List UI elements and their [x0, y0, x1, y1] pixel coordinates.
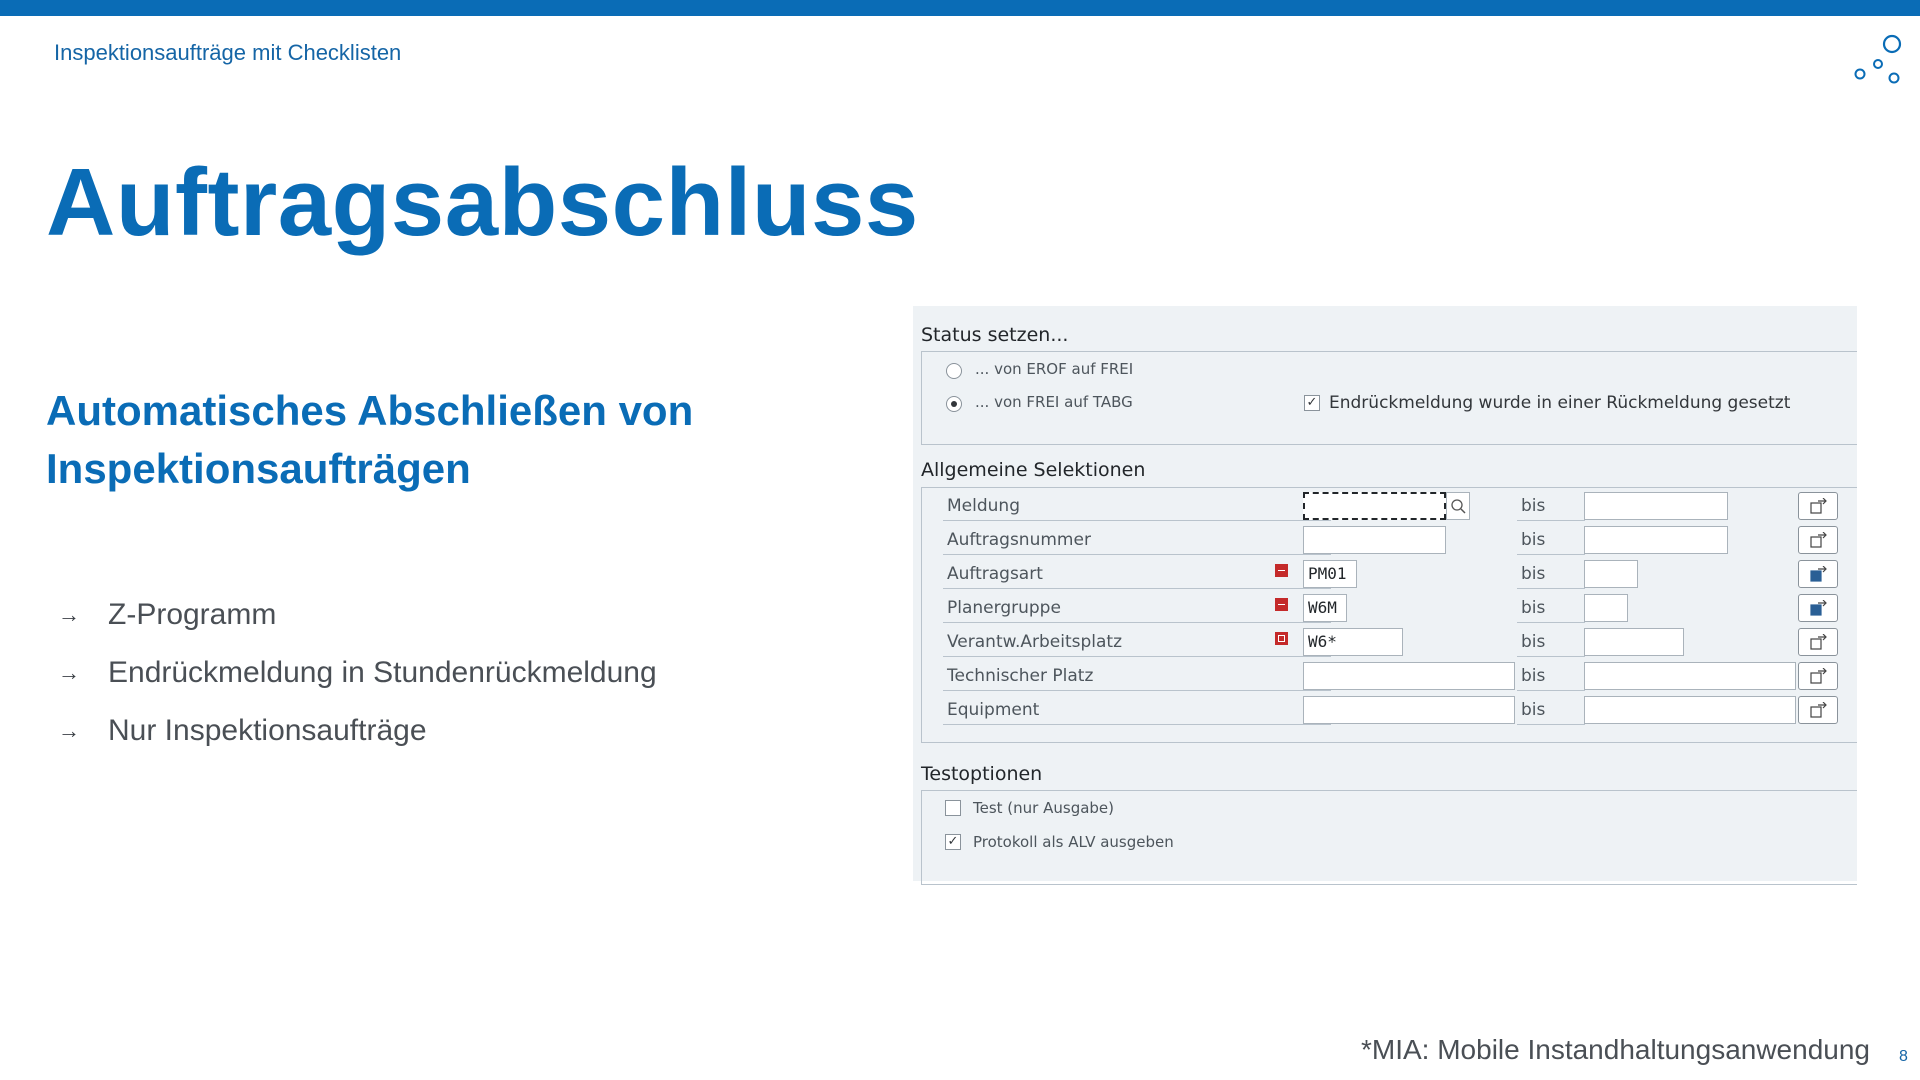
arrow-right-icon: →: [58, 718, 80, 743]
field-label-meldung: Meldung: [947, 496, 1020, 516]
list-item: → Nur Inspektionsaufträge: [58, 702, 657, 760]
list-item-text: Nur Inspektionsaufträge: [108, 714, 427, 747]
multiple-selection-button-active[interactable]: [1798, 560, 1838, 588]
meldung-from-input[interactable]: [1303, 492, 1446, 520]
bullet-list: → Z-Programm → Endrückmeldung in Stundenrü…: [58, 586, 657, 760]
row-underline: [943, 656, 1331, 657]
auftragsart-to-input[interactable]: [1584, 560, 1638, 588]
footnote: *MIA: Mobile Instandhaltungsanwendung: [1360, 1034, 1870, 1065]
list-item: → Endrückmeldung in Stundenrückmeldung: [58, 644, 657, 702]
planergruppe-to-input[interactable]: [1584, 594, 1628, 622]
row-underline: [1517, 622, 1585, 623]
row-underline: [943, 588, 1331, 589]
multiple-selection-button[interactable]: [1798, 662, 1838, 690]
row-underline: [1517, 690, 1585, 691]
technischer-platz-from-input[interactable]: [1303, 662, 1515, 690]
multiple-selection-icon: [1810, 634, 1827, 650]
bis-label: bis: [1521, 496, 1546, 516]
bis-label: bis: [1521, 564, 1546, 584]
row-underline: [943, 724, 1331, 725]
row-underline: [1517, 520, 1585, 521]
bis-label: bis: [1521, 530, 1546, 550]
page-number: 8: [1899, 1048, 1908, 1065]
multiple-selection-button[interactable]: [1798, 492, 1838, 520]
radio-erof-frei[interactable]: [946, 363, 962, 379]
row-underline: [1517, 656, 1585, 657]
technischer-platz-to-input[interactable]: [1584, 662, 1796, 690]
row-underline: [943, 690, 1331, 691]
field-label-auftragsart: Auftragsart: [947, 564, 1043, 584]
multiple-selection-button[interactable]: [1798, 526, 1838, 554]
top-accent-bar: [0, 0, 1920, 16]
multiple-selection-button-active[interactable]: [1798, 594, 1838, 622]
list-item-text: Endrückmeldung in Stundenrückmeldung: [108, 656, 657, 689]
field-label-technischer-platz: Technischer Platz: [947, 666, 1094, 686]
field-label-planergruppe: Planergruppe: [947, 598, 1061, 618]
row-underline: [1517, 588, 1585, 589]
pattern-status-icon: [1275, 632, 1288, 645]
test-only-checkbox[interactable]: [945, 800, 961, 816]
multiple-selection-button[interactable]: [1798, 696, 1838, 724]
radio-frei-tabg[interactable]: [946, 396, 962, 412]
auftragsnummer-to-input[interactable]: [1584, 526, 1728, 554]
equipment-to-input[interactable]: [1584, 696, 1796, 724]
bis-label: bis: [1521, 700, 1546, 720]
multiple-selection-active-icon: [1810, 600, 1827, 616]
auftragsart-from-input[interactable]: PM01: [1303, 560, 1357, 588]
alv-protocol-label: Protokoll als ALV ausgeben: [973, 833, 1174, 851]
multiple-selection-icon: [1810, 668, 1827, 684]
row-underline: [1517, 554, 1585, 555]
multiple-selection-button[interactable]: [1798, 628, 1838, 656]
planergruppe-from-input[interactable]: W6M: [1303, 594, 1347, 622]
required-status-icon: [1275, 598, 1288, 611]
breadcrumb: Inspektionsaufträge mit Checklisten: [54, 40, 402, 65]
bis-label: bis: [1521, 598, 1546, 618]
bis-label: bis: [1521, 632, 1546, 652]
alv-protocol-checkbox[interactable]: ✓: [945, 834, 961, 850]
multiple-selection-active-icon: [1810, 566, 1827, 582]
radio-erof-frei-label: ... von EROF auf FREI: [975, 360, 1134, 378]
row-underline: [943, 622, 1331, 623]
bubbles-logo-icon: [1854, 34, 1902, 84]
required-status-icon: [1275, 564, 1288, 577]
multiple-selection-icon: [1810, 498, 1827, 514]
test-only-label: Test (nur Ausgabe): [973, 799, 1115, 817]
equipment-from-input[interactable]: [1303, 696, 1515, 724]
list-item-text: Z-Programm: [108, 598, 277, 631]
bis-label: bis: [1521, 666, 1546, 686]
row-underline: [943, 520, 1331, 521]
multiple-selection-icon: [1810, 532, 1827, 548]
page-title: Auftragsabschluss: [46, 149, 919, 256]
endrueckmeldung-checkbox[interactable]: ✓: [1304, 395, 1320, 411]
arbeitsplatz-from-input[interactable]: W6*: [1303, 628, 1403, 656]
list-item: → Z-Programm: [58, 586, 657, 644]
test-section-title: Testoptionen: [921, 763, 1043, 785]
field-label-auftragsnummer: Auftragsnummer: [947, 530, 1091, 550]
meldung-to-input[interactable]: [1584, 492, 1728, 520]
section-subtitle: Automatisches Abschließen von Inspektion…: [46, 387, 694, 492]
field-label-arbeitsplatz: Verantw.Arbeitsplatz: [947, 632, 1122, 652]
value-help-button[interactable]: [1446, 492, 1470, 520]
arrow-right-icon: →: [58, 660, 80, 685]
radio-frei-tabg-label: ... von FREI auf TABG: [975, 393, 1133, 411]
sap-selection-screen: Status setzen... ... von EROF auf FREI .…: [913, 306, 1857, 885]
row-underline: [943, 554, 1331, 555]
selections-section-title: Allgemeine Selektionen: [921, 459, 1146, 481]
endrueckmeldung-label: Endrückmeldung wurde in einer Rückmeldun…: [1329, 393, 1791, 413]
auftragsnummer-from-input[interactable]: [1303, 526, 1446, 554]
row-underline: [1517, 724, 1585, 725]
field-label-equipment: Equipment: [947, 700, 1040, 720]
arbeitsplatz-to-input[interactable]: [1584, 628, 1684, 656]
search-help-icon: [1451, 499, 1466, 514]
arrow-right-icon: →: [58, 602, 80, 627]
multiple-selection-icon: [1810, 702, 1827, 718]
status-section-title: Status setzen...: [921, 324, 1069, 346]
